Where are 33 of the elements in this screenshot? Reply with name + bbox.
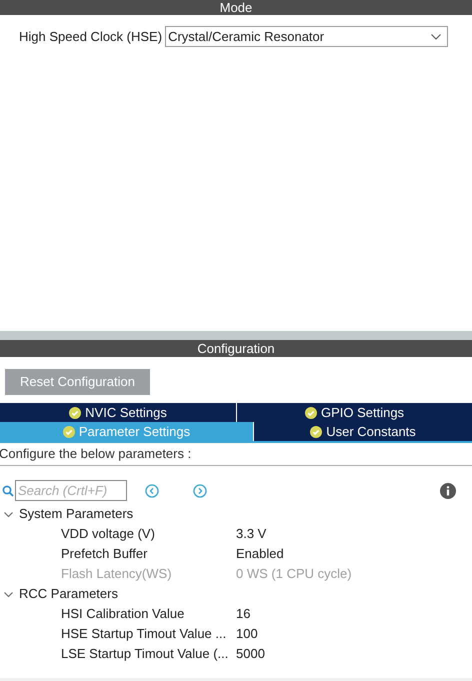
configuration-header: Configuration [0,340,472,357]
parameter-name: LSE Startup Timout Value (... [60,645,230,664]
check-icon [69,406,82,418]
info-icon[interactable] [440,482,456,498]
parameter-value[interactable]: 16 [236,604,250,624]
mode-header: Mode [0,0,472,15]
parameter-name: VDD voltage (V) [60,525,156,544]
search-field[interactable]: Search (Crtl+F) [15,480,127,501]
parameter-name: HSI Calibration Value [60,605,186,624]
hse-label: High Speed Clock (HSE) [19,28,162,46]
chevron-down-icon [431,34,442,40]
check-icon [62,426,75,438]
parameter-value[interactable]: Enabled [236,544,284,564]
group-label: System Parameters [19,505,134,524]
previous-icon[interactable] [145,484,159,498]
configure-hint: Configure the below parameters : [0,445,192,464]
settings-tab[interactable]: GPIO Settings [236,403,472,422]
next-icon[interactable] [193,484,207,498]
check-icon [304,406,317,418]
check-icon [310,426,322,438]
parameter-value[interactable]: 100 [236,624,258,644]
settings-tab[interactable]: User Constants [253,422,472,441]
parameter-value[interactable]: 5000 [236,644,265,664]
parameter-value[interactable]: 3.3 V [236,524,266,544]
settings-tab[interactable]: NVIC Settings [0,403,236,422]
chevron-down-icon[interactable] [4,590,13,598]
chevron-down-icon[interactable] [4,510,13,518]
parameter-name: HSE Startup Timout Value ... [60,625,228,644]
search-icon [2,484,14,496]
hse-dropdown[interactable]: Crystal/Ceramic Resonator [165,26,448,47]
parameter-name: Prefetch Buffer [60,545,148,564]
parameter-name: Flash Latency(WS) [60,565,173,584]
group-label: RCC Parameters [19,585,118,604]
